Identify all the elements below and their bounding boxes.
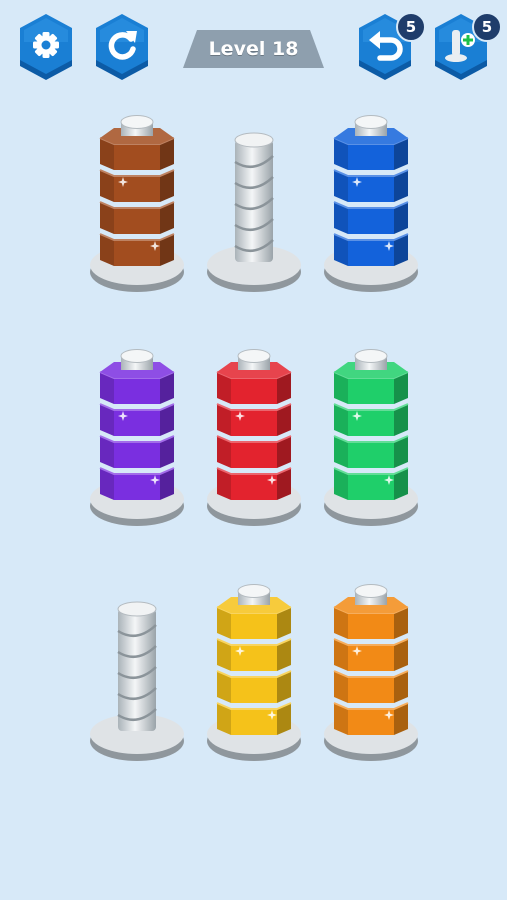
bolt-brown[interactable]	[90, 115, 184, 293]
bolt-orange[interactable]	[324, 584, 418, 762]
nut-red	[216, 403, 292, 436]
nut-blue	[333, 201, 409, 234]
nut-red	[216, 467, 292, 500]
nut-yellow	[216, 702, 292, 735]
bolt-yellow[interactable]	[207, 584, 301, 762]
nut-yellow	[216, 638, 292, 671]
bolt-tip	[237, 349, 271, 363]
nut-blue	[333, 169, 409, 202]
puzzle-board	[90, 115, 418, 762]
bolt-tip	[354, 115, 388, 129]
bolt-tip	[354, 584, 388, 598]
bolt-blue[interactable]	[324, 115, 418, 293]
bolt-red[interactable]	[207, 349, 301, 527]
nut-orange	[333, 702, 409, 735]
nut-green	[333, 467, 409, 500]
bolt-green[interactable]	[324, 349, 418, 527]
bolt-tip	[120, 349, 154, 363]
bolt-tip	[354, 349, 388, 363]
nut-brown	[99, 201, 175, 234]
nut-green	[333, 435, 409, 468]
nut-red	[216, 435, 292, 468]
bolt-purple[interactable]	[90, 349, 184, 527]
bolt-tip	[120, 115, 154, 129]
nut-brown	[99, 233, 175, 266]
nut-yellow	[216, 670, 292, 703]
nut-purple	[99, 435, 175, 468]
nut-blue	[333, 233, 409, 266]
nut-green	[333, 403, 409, 436]
nut-purple	[99, 403, 175, 436]
nut-brown	[99, 169, 175, 202]
bolt-tip	[237, 584, 271, 598]
nut-purple	[99, 467, 175, 500]
nut-orange	[333, 670, 409, 703]
bolt-tip	[117, 601, 157, 617]
nut-orange	[333, 638, 409, 671]
bolt-empty[interactable]	[207, 132, 301, 292]
bolt-empty[interactable]	[90, 601, 184, 761]
bolt-tip	[234, 132, 274, 148]
